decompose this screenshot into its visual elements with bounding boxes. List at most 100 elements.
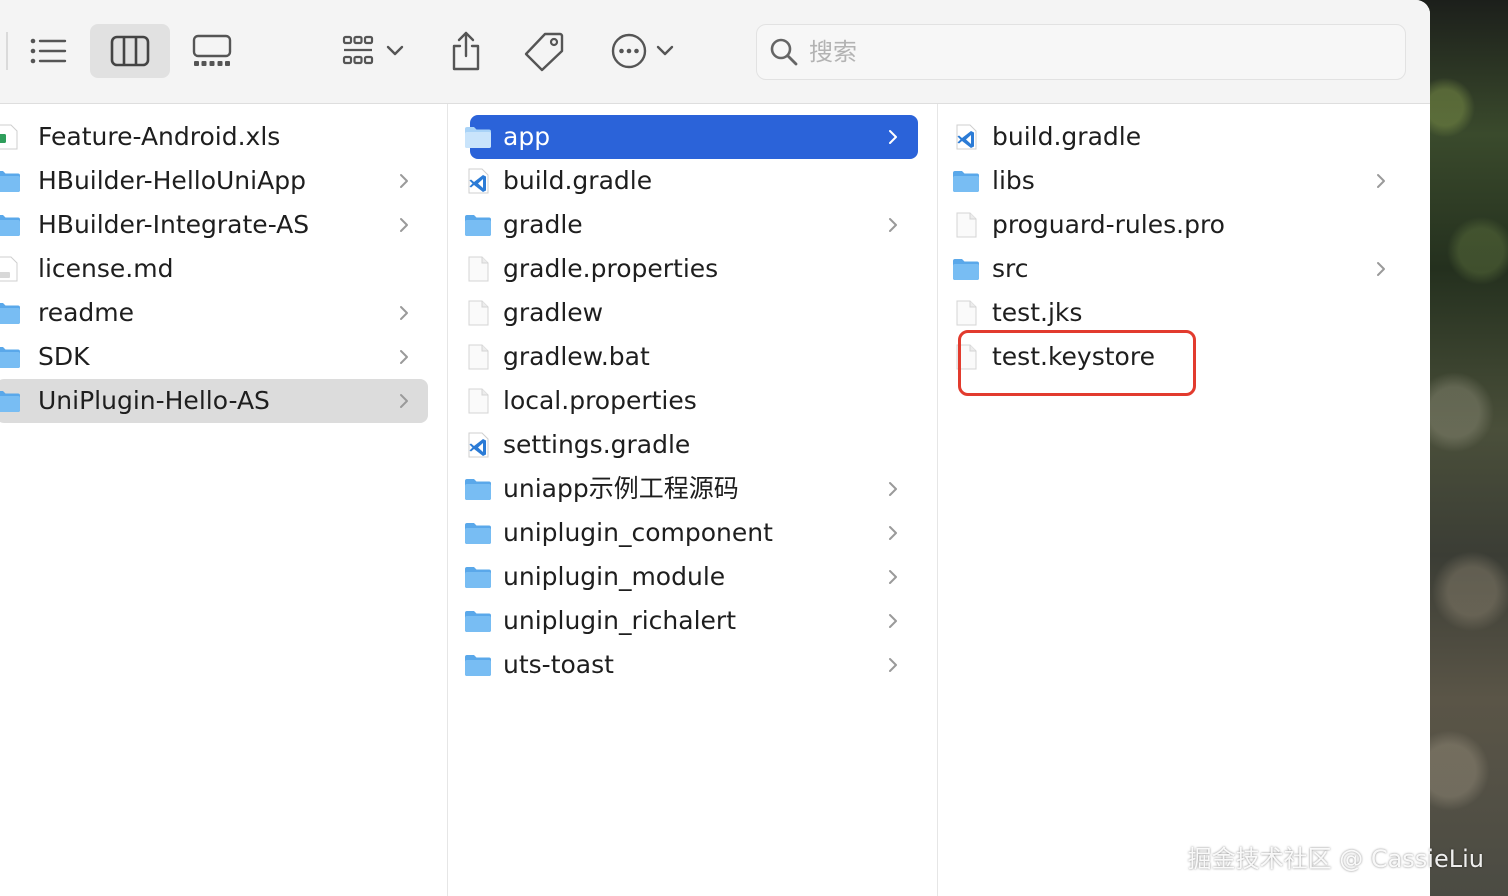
folder-icon	[953, 259, 979, 280]
chevron-right-icon	[889, 482, 897, 496]
chevron-right-icon	[889, 614, 897, 628]
folder-row[interactable]: uniapp示例工程源码	[465, 467, 918, 511]
toolbar-separator	[6, 32, 8, 70]
markdown-file-icon	[0, 256, 18, 282]
group-icon	[342, 35, 374, 65]
folder-row[interactable]: gradle	[465, 203, 918, 247]
folder-row[interactable]: uniplugin_component	[465, 511, 918, 555]
chevron-right-icon	[889, 218, 897, 232]
column-view-button[interactable]	[90, 24, 170, 78]
folder-row[interactable]: uts-toast	[465, 643, 918, 687]
folder-icon	[465, 567, 491, 588]
chevron-right-icon	[400, 394, 408, 408]
document-icon	[956, 300, 977, 326]
file-row[interactable]: build.gradle	[956, 115, 1409, 159]
item-name: proguard-rules.pro	[992, 210, 1225, 239]
document-icon	[468, 300, 489, 326]
folder-row[interactable]: libs	[953, 159, 1409, 203]
document-icon	[468, 344, 489, 370]
chevron-right-icon	[889, 658, 897, 672]
search-field[interactable]	[756, 24, 1406, 80]
file-row[interactable]: build.gradle	[468, 159, 918, 203]
file-row[interactable]: gradlew.bat	[468, 335, 918, 379]
chevron-right-icon	[889, 526, 897, 540]
column-2: app build.gradle gradle gradle.propertie…	[449, 104, 938, 896]
chevron-right-icon	[400, 174, 408, 188]
toolbar	[0, 0, 1430, 104]
folder-row[interactable]: UniPlugin-Hello-AS	[0, 379, 428, 423]
item-name: local.properties	[503, 386, 697, 415]
document-icon	[468, 388, 489, 414]
item-name: uts-toast	[503, 650, 614, 679]
file-row[interactable]: Feature-Android.xls	[0, 115, 428, 159]
file-row[interactable]: test.jks	[956, 291, 1409, 335]
folder-row[interactable]: uniplugin_richalert	[465, 599, 918, 643]
file-row[interactable]: proguard-rules.pro	[956, 203, 1409, 247]
folder-row[interactable]: HBuilder-Integrate-AS	[0, 203, 428, 247]
chevron-right-icon	[400, 218, 408, 232]
file-row[interactable]: license.md	[0, 247, 428, 291]
folder-row[interactable]: src	[953, 247, 1409, 291]
folder-icon	[953, 171, 979, 192]
folder-icon	[465, 655, 491, 676]
folder-icon	[465, 215, 491, 236]
desktop-wallpaper	[1418, 0, 1508, 896]
chevron-down-icon	[386, 45, 404, 56]
item-name: readme	[38, 298, 135, 327]
spreadsheet-file-icon	[0, 124, 18, 150]
folder-row[interactable]: readme	[0, 291, 428, 335]
finder-window: Feature-Android.xls HBuilder-HelloUniApp…	[0, 0, 1430, 896]
folder-icon	[0, 391, 20, 412]
vscode-file-icon	[468, 168, 489, 194]
list-view-icon	[30, 38, 67, 64]
search-icon	[770, 38, 798, 66]
chevron-right-icon	[889, 130, 897, 144]
folder-row[interactable]: HBuilder-HelloUniApp	[0, 159, 428, 203]
search-input[interactable]	[809, 38, 1369, 66]
share-icon	[452, 31, 480, 71]
document-icon	[468, 256, 489, 282]
item-name: gradle	[503, 210, 583, 239]
folder-row[interactable]: app	[465, 115, 918, 159]
file-row[interactable]: gradle.properties	[468, 247, 918, 291]
item-name: build.gradle	[503, 166, 653, 195]
tag-button[interactable]	[514, 24, 574, 78]
more-actions-icon	[611, 33, 647, 69]
gallery-view-icon	[192, 34, 232, 66]
folder-icon	[0, 215, 20, 236]
more-actions-button[interactable]	[600, 24, 684, 78]
chevron-right-icon	[1377, 262, 1385, 276]
chevron-right-icon	[400, 306, 408, 320]
group-by-button[interactable]	[328, 24, 412, 78]
list-view-button[interactable]	[20, 24, 76, 78]
folder-row[interactable]: SDK	[0, 335, 428, 379]
item-name: SDK	[38, 342, 90, 371]
item-name: HBuilder-HelloUniApp	[38, 166, 306, 195]
item-name: build.gradle	[992, 122, 1142, 151]
folder-icon	[465, 523, 491, 544]
item-name: uniapp示例工程源码	[503, 474, 739, 503]
item-name: Feature-Android.xls	[38, 122, 281, 151]
column-view-icon	[110, 35, 150, 67]
share-button[interactable]	[438, 24, 494, 78]
chevron-down-icon	[656, 45, 674, 56]
item-name: src	[992, 254, 1029, 283]
item-name: uniplugin_richalert	[503, 606, 736, 635]
item-name: test.jks	[992, 298, 1083, 327]
file-row[interactable]: local.properties	[468, 379, 918, 423]
folder-icon	[0, 303, 20, 324]
gallery-view-button[interactable]	[182, 24, 242, 78]
item-name: license.md	[38, 254, 174, 283]
vscode-file-icon	[956, 124, 977, 150]
file-row[interactable]: settings.gradle	[468, 423, 918, 467]
folder-icon	[0, 347, 20, 368]
column-1: Feature-Android.xls HBuilder-HelloUniApp…	[0, 104, 448, 896]
watermark: 掘金技术社区 @ CassieLiu	[1187, 845, 1484, 873]
item-name: libs	[992, 166, 1035, 195]
folder-row[interactable]: uniplugin_module	[465, 555, 918, 599]
folder-icon	[0, 171, 20, 192]
chevron-right-icon	[1377, 174, 1385, 188]
vscode-file-icon	[468, 432, 489, 458]
annotation-highlight-box	[958, 330, 1196, 396]
file-row[interactable]: gradlew	[468, 291, 918, 335]
